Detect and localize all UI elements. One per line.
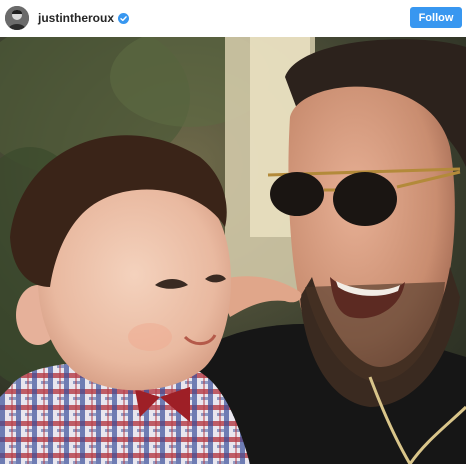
verified-badge-icon [118, 12, 130, 24]
post-header: justintheroux Follow [0, 0, 466, 37]
follow-button[interactable]: Follow [410, 7, 462, 28]
avatar[interactable] [5, 6, 29, 30]
post-photo[interactable] [0, 37, 466, 464]
username-text: justintheroux [38, 11, 115, 25]
instagram-post: justintheroux Follow [0, 0, 466, 464]
username-link[interactable]: justintheroux [38, 11, 130, 25]
